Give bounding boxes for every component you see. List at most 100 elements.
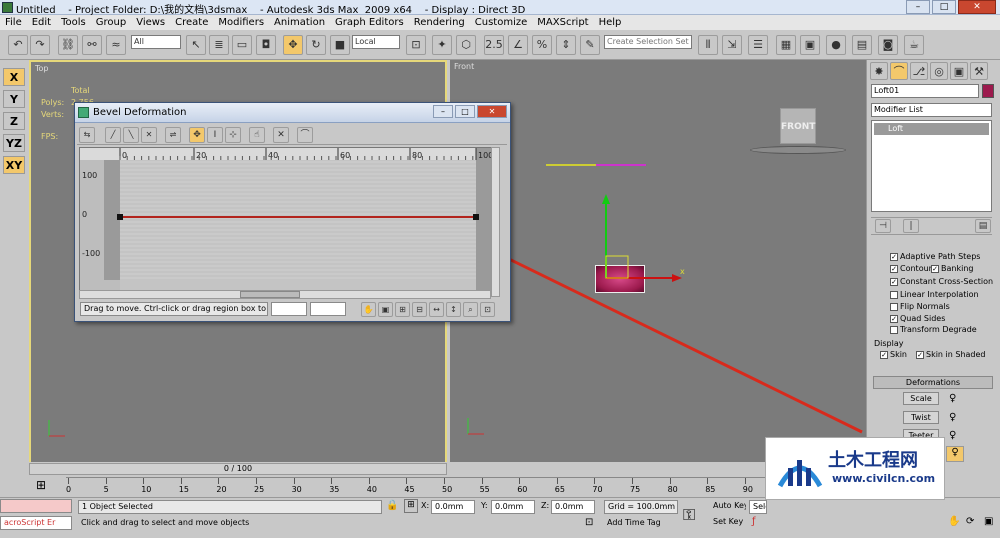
scale-toggle-icon[interactable]: ♀ — [949, 393, 956, 404]
checkbox-box[interactable]: ✓ — [931, 264, 939, 273]
skin-checkbox[interactable]: ✓ Skin — [880, 350, 907, 359]
time-slider[interactable]: 0 / 100 — [29, 463, 447, 475]
pan-view-icon[interactable]: ✋ — [948, 516, 960, 527]
key-mode-icon[interactable]: ƒ — [752, 516, 756, 527]
option-transform-degrade-checkbox[interactable]: Transform Degrade — [890, 325, 977, 334]
zoom-region-icon[interactable]: ⊡ — [480, 302, 495, 317]
trackbar-toggle-icon[interactable]: ⊞ — [36, 478, 46, 492]
option-contour-checkbox[interactable]: ✓ Contour — [890, 264, 932, 273]
checkbox-box[interactable]: ✓ — [890, 252, 898, 261]
zoom-horizontal-icon[interactable]: ↔ — [429, 302, 444, 317]
add-time-tag[interactable]: Add Time Tag — [604, 517, 678, 531]
checkbox-box[interactable] — [890, 325, 898, 334]
display-x-axis-icon[interactable]: ╱ — [105, 127, 121, 143]
horizontal-scrollbar[interactable] — [79, 290, 491, 299]
zoom-horizontal-extents-icon[interactable]: ⊞ — [395, 302, 410, 317]
maxscript-listener[interactable]: acroScript Er — [0, 516, 72, 530]
absolute-mode-icon[interactable]: ⊞ — [404, 499, 418, 513]
y-coordinate-field[interactable]: 0.0mm — [491, 500, 535, 514]
pan-icon[interactable]: ✋ — [361, 302, 376, 317]
display-y-axis-icon[interactable]: ╲ — [123, 127, 139, 143]
twist-button[interactable]: Twist — [903, 411, 939, 424]
point-y-field[interactable] — [310, 302, 346, 316]
curve-point-end — [473, 214, 479, 220]
track-bar[interactable]: 0 5 10 15 20 25 30 35 40 45 50 55 60 65 70 75 80 85 90 — [66, 477, 866, 495]
object-name-field[interactable]: Loft01 — [871, 84, 979, 98]
zoom-icon[interactable]: ⌕ — [463, 302, 478, 317]
option-constant-cross-section-checkbox[interactable]: ✓ Constant Cross-Section — [890, 277, 993, 286]
scale-button[interactable]: Scale — [903, 392, 939, 405]
checkbox-box[interactable]: ✓ — [890, 264, 898, 273]
track-tick-label: 50 — [442, 485, 453, 494]
zoom-vertical-extents-icon[interactable]: ⊟ — [412, 302, 427, 317]
twist-toggle-icon[interactable]: ♀ — [949, 412, 956, 423]
orbit-icon[interactable]: ⟳ — [966, 516, 974, 527]
modifier-stack[interactable]: Loft — [871, 120, 992, 212]
lock-selection-icon[interactable]: 🔒 — [386, 500, 398, 511]
make-symmetrical-icon[interactable]: ⇆ — [79, 127, 95, 143]
display-xy-axes-icon[interactable]: ✕ — [141, 127, 157, 143]
z-coordinate-field[interactable]: 0.0mm — [551, 500, 595, 514]
option-flip-normals-checkbox[interactable]: Flip Normals — [890, 302, 950, 311]
reset-curve-icon[interactable]: ✕ — [273, 127, 289, 143]
set-key-button[interactable]: Set Key — [710, 516, 746, 530]
option-quad-sides-checkbox[interactable]: ✓ Quad Sides — [890, 314, 945, 323]
dialog-close-button[interactable]: ✕ — [477, 105, 507, 118]
deformations-rollout[interactable]: Deformations — [873, 376, 993, 389]
teeter-toggle-icon[interactable]: ♀ — [949, 430, 956, 441]
move-control-point-icon[interactable]: ✥ — [189, 127, 205, 143]
scrollbar-thumb[interactable] — [240, 291, 300, 298]
checkbox-box[interactable] — [890, 290, 898, 299]
time-tag-icon[interactable]: ⊡ — [585, 517, 593, 528]
zoom-extents-icon[interactable]: ▣ — [378, 302, 393, 317]
track-tick-label: 90 — [742, 485, 753, 494]
object-color-swatch[interactable] — [982, 84, 994, 98]
maximize-viewport-icon[interactable]: ▣ — [984, 516, 993, 527]
create-tab-icon[interactable]: ✸ — [870, 62, 888, 80]
track-tick-label: 75 — [630, 485, 641, 494]
modifier-list-dropdown[interactable]: Modifier List — [871, 103, 992, 117]
scale-control-point-icon[interactable]: I — [207, 127, 223, 143]
utilities-tab-icon[interactable]: ⚒ — [970, 62, 988, 80]
bevel-toggle-icon[interactable]: ♀ — [946, 446, 964, 462]
option-adaptive-path-steps-checkbox[interactable]: ✓ Adaptive Path Steps — [890, 252, 980, 261]
key-icon[interactable]: ⚿ — [683, 505, 695, 525]
zoom-vertical-icon[interactable]: ↕ — [446, 302, 461, 317]
modify-tab-icon[interactable]: ⌒ — [890, 62, 908, 80]
delete-control-point-icon[interactable]: ☝ — [249, 127, 265, 143]
point-x-field[interactable] — [271, 302, 307, 316]
maxscript-listener-top[interactable] — [0, 499, 72, 513]
configure-sets-icon[interactable]: ▤ — [975, 219, 991, 233]
checkbox-box[interactable]: ✓ — [890, 277, 898, 286]
auto-key-button[interactable]: Auto Key — [710, 500, 746, 514]
skin-shaded-checkbox[interactable]: ✓ Skin in Shaded — [916, 350, 986, 359]
swap-curves-icon[interactable]: ⇌ — [165, 127, 181, 143]
option-banking-checkbox[interactable]: ✓ Banking — [931, 264, 973, 273]
deformation-graph-svg[interactable]: 0 20 40 60 80 100 100 0 -100 — [80, 148, 493, 292]
graph-y-label: 100 — [82, 171, 97, 180]
dialog-maximize-button[interactable]: □ — [455, 105, 475, 118]
motion-tab-icon[interactable]: ◎ — [930, 62, 948, 80]
stack-item-loft[interactable]: Loft — [874, 123, 989, 135]
display-tab-icon[interactable]: ▣ — [950, 62, 968, 80]
option-linear-interpolation-checkbox[interactable]: Linear Interpolation — [890, 290, 979, 299]
track-tick — [632, 478, 633, 484]
checkbox-box[interactable]: ✓ — [890, 314, 898, 323]
option-label: Linear Interpolation — [900, 290, 979, 299]
key-filter-dropdown[interactable]: Sele — [749, 500, 767, 514]
vertical-scrollbar[interactable] — [491, 147, 500, 297]
track-tick-label: 55 — [479, 485, 490, 494]
deformation-graph[interactable]: 0 20 40 60 80 100 100 0 -100 — [79, 147, 493, 292]
dialog-titlebar: Bevel Deformation – □ ✕ — [75, 103, 510, 123]
checkbox-box[interactable] — [890, 302, 898, 311]
x-label: X: — [421, 501, 430, 510]
show-end-result-icon[interactable]: | — [903, 219, 919, 233]
graph-y-label: 0 — [82, 210, 87, 219]
dialog-minimize-button[interactable]: – — [433, 105, 453, 118]
pin-stack-icon[interactable]: ⊣ — [875, 219, 891, 233]
hierarchy-tab-icon[interactable]: ⎇ — [910, 62, 928, 80]
insert-corner-point-icon[interactable]: ⊹ — [225, 127, 241, 143]
bevel-normal-icon[interactable]: ⌒ — [297, 127, 313, 143]
option-label: Constant Cross-Section — [900, 277, 994, 286]
x-coordinate-field[interactable]: 0.0mm — [431, 500, 475, 514]
